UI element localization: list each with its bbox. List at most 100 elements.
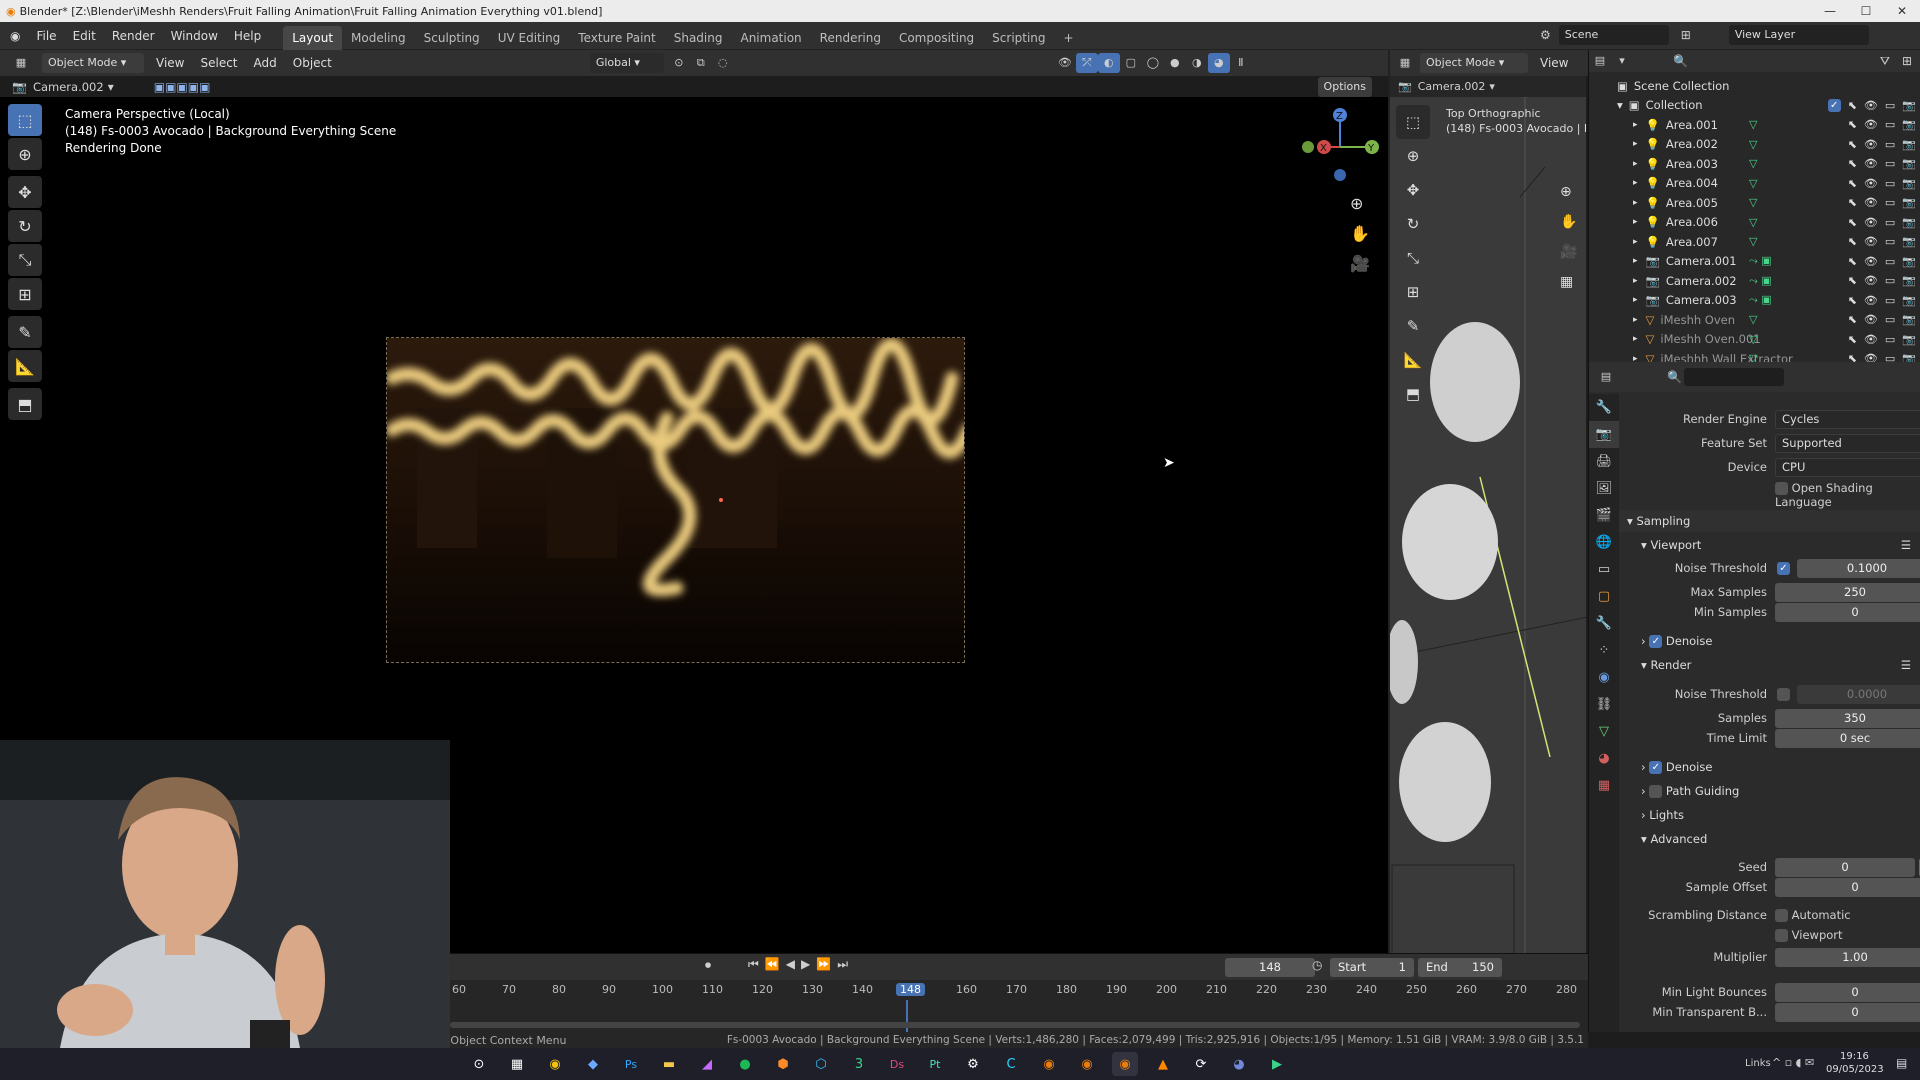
vp-noise-threshold-checkbox[interactable]: ✓ bbox=[1777, 562, 1790, 575]
viewport-subsection-header[interactable]: ▾ Viewport ☰ bbox=[1619, 534, 1920, 556]
expand-arrow-icon[interactable]: ▸ bbox=[1633, 198, 1638, 208]
data-props-tab-icon[interactable]: ▽ bbox=[1589, 718, 1619, 745]
select-arrow-icon[interactable]: ⬉ bbox=[1848, 255, 1857, 268]
render-engine-dropdown[interactable]: Cycles▾ bbox=[1775, 410, 1920, 429]
file-explorer-icon[interactable]: ▬ bbox=[656, 1052, 682, 1076]
play-reverse-icon[interactable]: ◀ bbox=[786, 957, 801, 971]
eye-icon[interactable]: 👁 bbox=[1864, 313, 1878, 326]
render-presets-icon[interactable]: ☰ bbox=[1901, 654, 1911, 676]
time-limit-field[interactable]: 0 sec bbox=[1775, 729, 1920, 748]
monitor-icon[interactable]: ▭ bbox=[1885, 196, 1895, 209]
properties-search-input[interactable] bbox=[1683, 368, 1784, 386]
preview-range-icon[interactable]: ◷ bbox=[1312, 958, 1322, 972]
eye-icon[interactable]: 👁 bbox=[1864, 255, 1878, 268]
outliner-display-mode-icon[interactable]: ▾ bbox=[1611, 51, 1633, 71]
side-object-mode-dropdown[interactable]: Object Mode ▾ bbox=[1420, 53, 1528, 73]
scene-props-tab-icon[interactable]: 🎬 bbox=[1589, 502, 1619, 529]
expand-arrow-icon[interactable]: ▸ bbox=[1633, 159, 1638, 169]
minimize-icon[interactable]: — bbox=[1812, 0, 1848, 22]
menu-render[interactable]: Render bbox=[104, 22, 163, 50]
outliner-editor-icon[interactable]: ▤ bbox=[1589, 51, 1611, 71]
eye-icon[interactable]: 👁 bbox=[1864, 235, 1878, 248]
sync-icon[interactable]: ⟳ bbox=[1188, 1052, 1214, 1076]
outliner-item[interactable]: ▸ 💡 Area.003 ▽ ⬉ 👁 ▭ 📷 bbox=[1589, 154, 1920, 174]
play-icon[interactable]: ▶ bbox=[801, 957, 816, 971]
rendered-shading-icon[interactable]: ◕ bbox=[1207, 53, 1230, 73]
pivot-icon[interactable]: ⊙ bbox=[668, 53, 690, 73]
select-box-tool-icon[interactable]: ⬚ bbox=[8, 104, 42, 136]
menu-window[interactable]: Window bbox=[163, 22, 226, 50]
tab-compositing[interactable]: Compositing bbox=[890, 26, 983, 50]
wireframe-shading-icon[interactable]: ◯ bbox=[1142, 53, 1164, 73]
menu-select[interactable]: Select bbox=[192, 49, 245, 77]
outliner-filter-icon[interactable]: ⛛ bbox=[1880, 54, 1890, 69]
current-frame-field[interactable]: 148 bbox=[1225, 958, 1315, 977]
navigation-gizmo[interactable]: Z Y X bbox=[1300, 107, 1380, 187]
pan-hand-icon[interactable]: ✋ bbox=[1350, 219, 1370, 249]
vlc-icon[interactable]: ▲ bbox=[1150, 1052, 1176, 1076]
expand-arrow-icon[interactable]: ▸ bbox=[1633, 295, 1638, 305]
options-button[interactable]: Options bbox=[1317, 77, 1372, 97]
output-props-tab-icon[interactable]: 🖨 bbox=[1589, 448, 1619, 475]
advanced-subsection[interactable]: ▾ Advanced bbox=[1619, 828, 1920, 850]
render-camera-icon[interactable]: 📷 bbox=[1902, 196, 1916, 209]
tool-props-tab-icon[interactable]: 🔧 bbox=[1589, 394, 1619, 421]
zoom-icon[interactable]: ⊕ bbox=[1350, 189, 1370, 219]
physics-props-tab-icon[interactable]: ◉ bbox=[1589, 664, 1619, 691]
eye-icon[interactable]: 👁 bbox=[1864, 157, 1878, 170]
samples-field[interactable]: 350 bbox=[1775, 709, 1920, 728]
expand-arrow-icon[interactable]: ▸ bbox=[1633, 217, 1638, 227]
app-orange-icon[interactable]: ⬢ bbox=[770, 1052, 796, 1076]
r-denoise-subsection[interactable]: › ✓ Denoise bbox=[1619, 756, 1920, 778]
transform-orientation-dropdown[interactable]: Global ▾ bbox=[589, 53, 664, 73]
jump-end-icon[interactable]: ⏭ bbox=[837, 957, 854, 971]
annotate-tool-icon[interactable]: ✎ bbox=[8, 316, 42, 348]
blender-old-icon[interactable]: ◉ bbox=[1036, 1052, 1062, 1076]
min-samples-field[interactable]: 0 bbox=[1775, 603, 1920, 622]
prev-keyframe-icon[interactable]: ⏪ bbox=[765, 957, 786, 971]
add-cube-tool-icon[interactable]: ⬒ bbox=[8, 388, 42, 420]
frame-playhead[interactable] bbox=[906, 1000, 908, 1036]
feature-set-dropdown[interactable]: Supported▾ bbox=[1775, 434, 1920, 453]
app-cg-icon[interactable]: C bbox=[998, 1052, 1024, 1076]
affinity-icon[interactable]: ◢ bbox=[694, 1052, 720, 1076]
viewport-presets-icon[interactable]: ☰ bbox=[1901, 534, 1911, 556]
path-guiding-checkbox[interactable] bbox=[1649, 785, 1663, 798]
eye-icon[interactable]: 👁 bbox=[1864, 196, 1878, 209]
transform-tool-icon[interactable]: ⊞ bbox=[8, 278, 42, 310]
monitor-icon[interactable]: ▭ bbox=[1885, 313, 1895, 326]
monitor-icon[interactable]: ▭ bbox=[1885, 118, 1895, 131]
monitor-icon[interactable]: ▭ bbox=[1885, 235, 1895, 248]
monitor-icon[interactable]: ▭ bbox=[1885, 177, 1895, 190]
gizmo-icon[interactable]: ⤱ bbox=[1075, 53, 1098, 73]
render-camera-icon[interactable]: 📷 bbox=[1902, 274, 1916, 287]
outliner-item[interactable]: ▸ 💡 Area.002 ▽ ⬉ 👁 ▭ 📷 bbox=[1589, 135, 1920, 155]
pause-render-icon[interactable]: Ⅱ bbox=[1230, 53, 1252, 73]
outliner-item[interactable]: ▸ 💡 Area.005 ▽ ⬉ 👁 ▭ 📷 bbox=[1589, 193, 1920, 213]
outliner-item[interactable]: ▸ 📷 Camera.001 ⤳ ▣ ⬉ 👁 ▭ 📷 bbox=[1589, 252, 1920, 272]
side-pan-icon[interactable]: ✋ bbox=[1560, 207, 1577, 237]
visibility-icon[interactable]: 👁 bbox=[1054, 53, 1076, 73]
render-camera-icon[interactable]: 📷 bbox=[1902, 333, 1916, 346]
collection-enable-checkbox[interactable]: ✓ bbox=[1827, 98, 1841, 112]
solid-shading-icon[interactable]: ● bbox=[1164, 53, 1186, 73]
r-noise-threshold-checkbox[interactable] bbox=[1777, 688, 1790, 701]
menu-add[interactable]: Add bbox=[246, 49, 285, 77]
expand-arrow-icon[interactable]: ▸ bbox=[1633, 315, 1638, 325]
side-camera-view-icon[interactable]: 🎥 bbox=[1560, 237, 1577, 267]
blender-menu-icon[interactable]: ◉ bbox=[0, 29, 28, 43]
side-menu-view[interactable]: View bbox=[1532, 49, 1576, 77]
properties-editor-icon[interactable]: ▤ bbox=[1595, 367, 1617, 387]
tab-texture-paint[interactable]: Texture Paint bbox=[569, 26, 664, 50]
seed-field[interactable]: 0 bbox=[1775, 858, 1915, 877]
path-guiding-subsection[interactable]: › Path Guiding bbox=[1619, 780, 1920, 802]
render-camera-icon[interactable]: 📷 bbox=[1902, 138, 1916, 151]
menu-help[interactable]: Help bbox=[226, 22, 269, 50]
scene-icon[interactable]: ⚙ bbox=[1540, 28, 1551, 42]
tab-scripting[interactable]: Scripting bbox=[983, 26, 1054, 50]
tab-sculpting[interactable]: Sculpting bbox=[415, 26, 489, 50]
scene-selector[interactable]: Scene bbox=[1558, 25, 1669, 45]
expand-arrow-icon[interactable]: ▸ bbox=[1633, 256, 1638, 266]
expand-arrow-icon[interactable]: ▸ bbox=[1633, 276, 1638, 286]
expand-arrow-icon[interactable]: ▸ bbox=[1633, 237, 1638, 247]
